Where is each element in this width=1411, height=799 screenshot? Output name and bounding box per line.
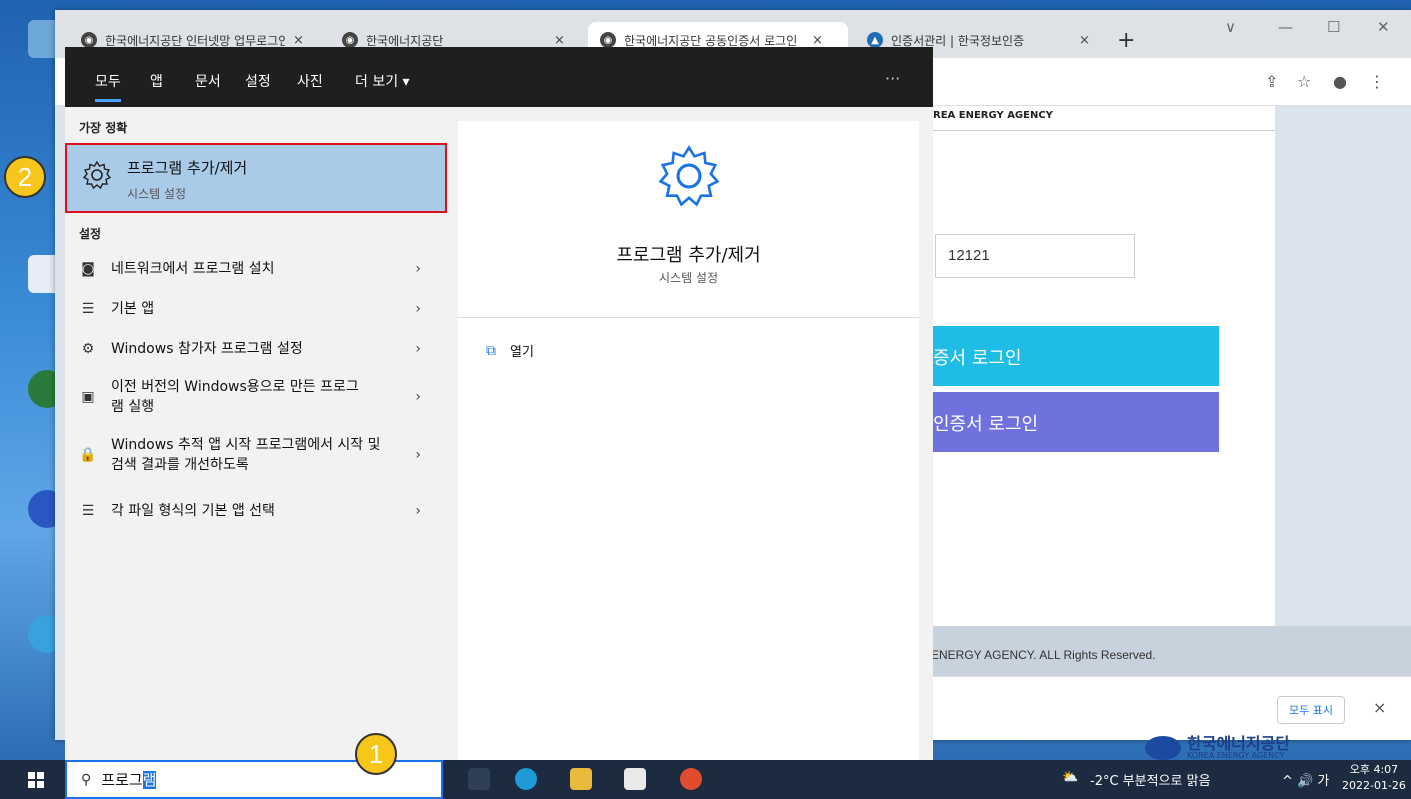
task-view-icon[interactable]	[468, 768, 490, 790]
settings-item[interactable]: ◙ 네트워크에서 프로그램 설치 ›	[65, 257, 447, 281]
file-explorer-icon[interactable]	[570, 768, 592, 790]
tab-search-button[interactable]: ∨	[1225, 18, 1236, 36]
chevron-right-icon: ›	[415, 341, 421, 357]
chevron-right-icon: ›	[415, 301, 421, 317]
open-action[interactable]: ⧉ 열기	[486, 341, 534, 361]
menu-icon[interactable]: ⋮	[1369, 72, 1385, 91]
filter-photos[interactable]: 사진	[297, 71, 323, 91]
clock-date: 2022-01-26	[1342, 779, 1406, 792]
store-icon[interactable]	[624, 768, 646, 790]
search-icon: ⚲	[81, 771, 92, 788]
close-tab-icon[interactable]: ×	[554, 33, 565, 48]
settings-item[interactable]: ⚙ Windows 참가자 프로그램 설정 ›	[65, 337, 447, 361]
filter-all[interactable]: 모두	[95, 71, 121, 102]
settings-item-label: Windows 추적 앱 시작 프로그램에서 시작 및 검색 결과를 개선하도록	[111, 437, 381, 473]
gear-icon	[658, 145, 720, 207]
close-download-bar-icon[interactable]: ×	[1373, 698, 1386, 717]
logo-text: 한국에너지공단	[1187, 733, 1291, 753]
agency-header: REA ENERGY AGENCY	[933, 110, 1053, 121]
windows-start-icon[interactable]	[28, 772, 44, 788]
weather-text[interactable]: -2°C 부분적으로 맑음	[1090, 770, 1211, 789]
chevron-right-icon: ›	[415, 261, 421, 277]
list-icon: ☰	[81, 301, 95, 317]
close-window-button[interactable]: ✕	[1377, 18, 1390, 36]
globe-icon: ◉	[600, 32, 616, 48]
settings-item-label: 기본 앱	[111, 301, 155, 317]
filter-apps[interactable]: 앱	[150, 71, 163, 91]
divider	[458, 317, 919, 318]
step-callout-1: 1	[355, 733, 397, 775]
result-detail-pane: 프로그램 추가/제거 시스템 설정 ⧉ 열기	[458, 121, 919, 760]
best-match-header: 가장 정확	[79, 121, 128, 135]
settings-item[interactable]: ▣ 이전 버전의 Windows용으로 만든 프로그램 실행 ›	[65, 375, 447, 419]
clock-time: 오후 4:07	[1349, 763, 1399, 776]
star-icon[interactable]: ☆	[1297, 72, 1311, 91]
settings-item[interactable]: ☰ 기본 앱 ›	[65, 297, 447, 321]
search-query-selected: 램	[142, 771, 157, 789]
tab-title: 한국에너지공단 인터넷망 업무로그인	[105, 33, 285, 48]
share-icon[interactable]: ⇪	[1265, 72, 1278, 91]
filter-documents[interactable]: 문서	[195, 71, 221, 91]
tab-title: 한국에너지공단 공동인증서 로그인	[624, 33, 798, 48]
gear-icon	[82, 160, 112, 190]
logo-subtext: KOREA ENERGY AGENCY	[1187, 750, 1285, 760]
best-match-title: 프로그램 추가/제거	[127, 159, 248, 177]
maximize-button[interactable]: ☐	[1327, 18, 1340, 36]
chrome-icon[interactable]	[680, 768, 702, 790]
globe-icon: ◉	[81, 32, 97, 48]
chevron-right-icon: ›	[415, 389, 421, 405]
search-query: 프로그	[101, 771, 143, 789]
search-filter-bar: 모두 앱 문서 설정 사진 더 보기 ▾ ···	[65, 47, 933, 107]
system-tray[interactable]: ^ 🔊 가	[1282, 770, 1329, 789]
close-tab-icon[interactable]: ×	[812, 33, 823, 48]
best-match-item[interactable]: 프로그램 추가/제거 시스템 설정	[65, 143, 447, 213]
open-external-icon: ⧉	[486, 342, 496, 359]
window-icon: ▣	[81, 389, 95, 405]
taskbar: ⚲ 프로그램 ⛅ -2°C 부분적으로 맑음 ^ 🔊 가 오후 4:07 202…	[0, 760, 1411, 799]
start-search-panel: 모두 앱 문서 설정 사진 더 보기 ▾ ··· 가장 정확 프로그램 추가/제…	[65, 47, 933, 760]
settings-item[interactable]: ☰ 각 파일 형식의 기본 앱 선택 ›	[65, 499, 447, 523]
weather-icon: ⛅	[1062, 770, 1079, 785]
detail-title: 프로그램 추가/제거	[616, 245, 761, 266]
cert-login-button[interactable]: 증서 로그인	[925, 326, 1219, 386]
filter-more[interactable]: 더 보기 ▾	[355, 71, 410, 91]
lock-icon: 🔒	[79, 447, 97, 463]
minimize-button[interactable]: —	[1278, 18, 1293, 36]
profile-icon[interactable]: ●	[1333, 72, 1347, 91]
id-input[interactable]: 12121	[935, 234, 1135, 278]
list-icon: ☰	[81, 503, 95, 519]
settings-item-label: Windows 참가자 프로그램 설정	[111, 341, 303, 357]
edge-icon[interactable]	[515, 768, 537, 790]
detail-subtitle: 시스템 설정	[658, 271, 718, 285]
logo-mark	[1145, 736, 1181, 760]
chevron-right-icon: ›	[415, 447, 421, 463]
network-install-icon: ◙	[81, 261, 95, 277]
results-list: 가장 정확 프로그램 추가/제거 시스템 설정 설정 ◙ 네트워크에서 프로그램…	[65, 107, 457, 760]
close-tab-icon[interactable]: ×	[1079, 33, 1090, 48]
agency-logo: 한국에너지공단 KOREA ENERGY AGENCY	[1145, 733, 1291, 760]
new-tab-button[interactable]: +	[1117, 28, 1135, 53]
step-callout-2: 2	[4, 156, 46, 198]
globe-icon: ◉	[342, 32, 358, 48]
settings-item[interactable]: 🔒 Windows 추적 앱 시작 프로그램에서 시작 및 검색 결과를 개선하…	[65, 433, 447, 477]
settings-item-label: 네트워크에서 프로그램 설치	[111, 261, 275, 277]
chevron-right-icon: ›	[415, 503, 421, 519]
divider	[925, 130, 1275, 131]
best-match-subtitle: 시스템 설정	[127, 187, 187, 201]
settings-header: 설정	[79, 227, 102, 241]
cert-login-button-2[interactable]: 인증서 로그인	[925, 392, 1219, 452]
filter-settings[interactable]: 설정	[245, 71, 271, 91]
clock[interactable]: 오후 4:07 2022-01-26	[1342, 762, 1406, 794]
show-all-button[interactable]: 모두 표시	[1277, 696, 1345, 724]
close-tab-icon[interactable]: ×	[293, 33, 304, 48]
settings-item-label: 이전 버전의 Windows용으로 만든 프로그램 실행	[111, 379, 359, 415]
tab-title: 한국에너지공단	[366, 33, 444, 48]
more-options-icon[interactable]: ···	[885, 69, 900, 88]
open-label: 열기	[510, 345, 534, 360]
tab-title: 인증서관리 | 한국정보인증	[891, 33, 1025, 48]
settings-item-label: 각 파일 형식의 기본 앱 선택	[111, 503, 275, 519]
gear-icon: ⚙	[81, 341, 95, 357]
site-icon: ▲	[867, 32, 883, 48]
